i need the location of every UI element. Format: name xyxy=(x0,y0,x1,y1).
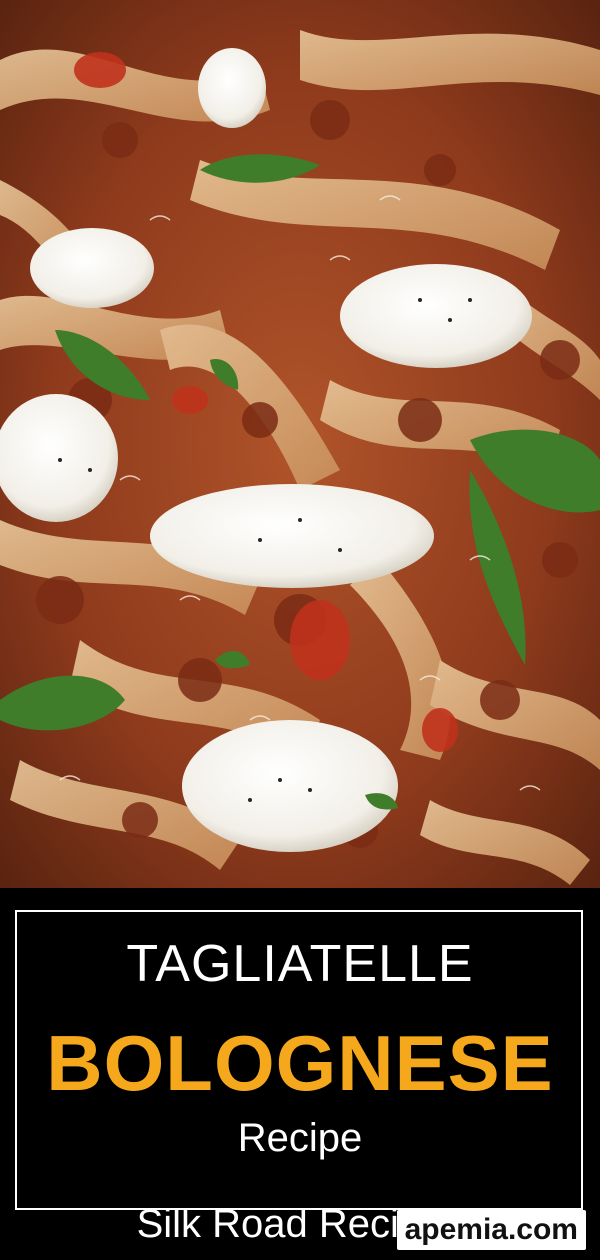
title-panel: TAGLIATELLE BOLOGNESE Recipe Silk Road R… xyxy=(0,888,600,1260)
title-line-sauce: BOLOGNESE xyxy=(46,1019,554,1107)
title-line-dish: TAGLIATELLE xyxy=(126,935,474,993)
title-line-recipe: Recipe xyxy=(237,1116,363,1160)
recipe-pin: TAGLIATELLE BOLOGNESE Recipe Silk Road R… xyxy=(0,0,600,1260)
pasta-photo xyxy=(0,0,600,888)
watermark: apemia.com xyxy=(396,1210,586,1250)
